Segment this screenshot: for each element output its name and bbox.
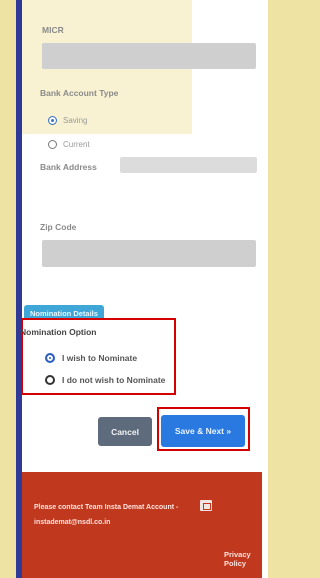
current-label: Current: [63, 140, 90, 149]
saving-label: Saving: [63, 116, 88, 125]
micr-label: MICR: [42, 25, 64, 35]
account-type-saving[interactable]: Saving: [48, 116, 87, 125]
bank-address-input[interactable]: [120, 157, 257, 173]
nominate-no-option[interactable]: I do not wish to Nominate: [45, 375, 165, 385]
radio-current[interactable]: [48, 140, 57, 149]
footer: Please contact Team Insta Demat Account …: [16, 472, 262, 578]
save-next-button[interactable]: Save & Next »: [161, 415, 245, 447]
footer-contact-text: Please contact Team Insta Demat Account …: [34, 504, 179, 511]
cancel-button[interactable]: Cancel: [98, 417, 152, 446]
zip-code-input[interactable]: [42, 240, 256, 267]
account-type-current[interactable]: Current: [48, 140, 90, 149]
account-type-label: Bank Account Type: [40, 88, 119, 98]
privacy-policy-link[interactable]: Privacy Policy: [224, 550, 262, 568]
radio-nominate-no[interactable]: [45, 375, 55, 385]
copy-icon[interactable]: [200, 500, 212, 511]
radio-saving[interactable]: [48, 116, 57, 125]
bank-address-label: Bank Address: [40, 162, 97, 172]
radio-nominate-yes[interactable]: [45, 353, 55, 363]
footer-email-link[interactable]: instademat@nsdl.co.in: [34, 519, 110, 526]
micr-input[interactable]: [42, 43, 256, 69]
nominate-yes-option[interactable]: I wish to Nominate: [45, 353, 137, 363]
zip-code-label: Zip Code: [40, 222, 77, 232]
nomination-option-title: Nomination Option: [20, 327, 97, 337]
nominate-no-label: I do not wish to Nominate: [62, 375, 166, 385]
nominate-yes-label: I wish to Nominate: [62, 353, 138, 363]
